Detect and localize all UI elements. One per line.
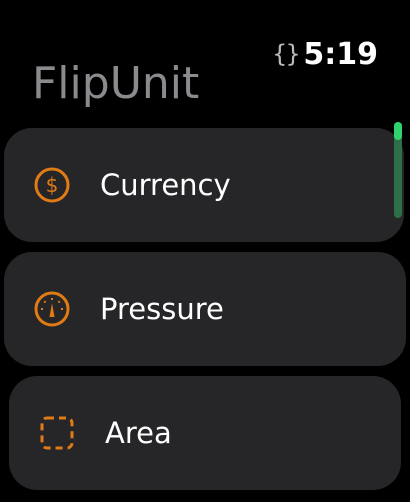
list-item-label: Pressure — [100, 292, 224, 326]
svg-text:$: $ — [46, 173, 59, 197]
list-item-label: Currency — [100, 168, 231, 202]
list-item-pressure[interactable]: Pressure — [4, 252, 406, 366]
dashed-square-icon — [37, 413, 77, 453]
unit-category-list: $ Currency Pressure Area — [0, 0, 410, 502]
list-item-area[interactable]: Area — [9, 376, 401, 490]
list-item-currency[interactable]: $ Currency — [4, 128, 404, 242]
scroll-indicator[interactable] — [392, 122, 404, 218]
dollar-circle-icon: $ — [32, 165, 72, 205]
gauge-icon — [32, 289, 72, 329]
scroll-thumb — [394, 122, 402, 140]
list-item-label: Area — [105, 416, 172, 450]
